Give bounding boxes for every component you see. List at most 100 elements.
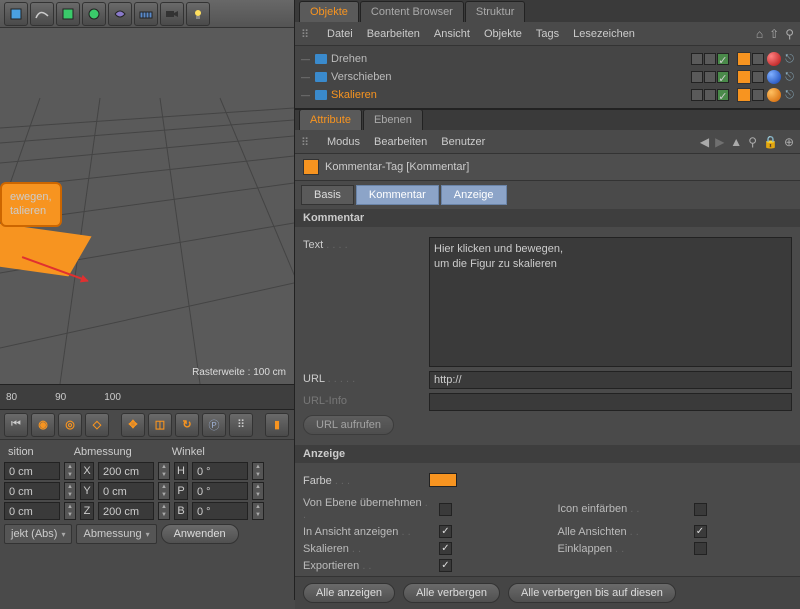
protection-icon[interactable]: ⎋: [785, 89, 794, 102]
protection-icon[interactable]: ⎋: [785, 53, 794, 66]
subtab-anzeige[interactable]: Anzeige: [441, 185, 507, 205]
key-button[interactable]: ◎: [58, 413, 82, 437]
home-icon[interactable]: ⌂: [756, 27, 763, 41]
vis-render-toggle[interactable]: ✓: [717, 71, 729, 83]
object-name[interactable]: Drehen: [331, 53, 411, 65]
checkbox[interactable]: [439, 525, 452, 538]
object-name[interactable]: Skalieren: [331, 89, 411, 101]
tool-light-icon[interactable]: [186, 2, 210, 26]
frame-button[interactable]: ▮: [265, 413, 289, 437]
timeline-ruler[interactable]: 80 90 100: [0, 384, 294, 410]
comment-tag-icon[interactable]: [737, 88, 751, 102]
lock-icon[interactable]: 🔒: [763, 135, 778, 149]
checkbox[interactable]: [439, 542, 452, 555]
menu-lesezeichen[interactable]: Lesezeichen: [573, 28, 635, 40]
spinner[interactable]: ▲▼: [64, 502, 76, 520]
search2-icon[interactable]: ⚲: [748, 135, 757, 149]
dim-field[interactable]: 200 cm: [98, 462, 154, 480]
disclosure-icon[interactable]: —: [301, 54, 311, 64]
layer-toggle[interactable]: [691, 71, 703, 83]
spinner[interactable]: ▲▼: [158, 502, 170, 520]
move-tool-button[interactable]: ✥: [121, 413, 145, 437]
tab-objekte[interactable]: Objekte: [299, 1, 359, 22]
layer-toggle[interactable]: [691, 53, 703, 65]
tool-spline-icon[interactable]: [30, 2, 54, 26]
angle-field[interactable]: 0 °: [192, 502, 248, 520]
spinner[interactable]: ▲▼: [158, 482, 170, 500]
grip-icon[interactable]: ⠿: [301, 28, 313, 40]
disclosure-icon[interactable]: —: [301, 90, 311, 100]
url-input[interactable]: [429, 371, 792, 389]
spinner[interactable]: ▲▼: [158, 462, 170, 480]
pos-field[interactable]: 0 cm: [4, 502, 60, 520]
comment-tag-icon[interactable]: [737, 52, 751, 66]
enable-toggle[interactable]: [752, 89, 764, 101]
vis-editor-toggle[interactable]: [704, 71, 716, 83]
protection-icon[interactable]: ⎋: [785, 71, 794, 84]
layer-toggle[interactable]: [691, 89, 703, 101]
menu-modus[interactable]: Modus: [327, 136, 360, 148]
checkbox[interactable]: [439, 559, 452, 572]
menu-objekte[interactable]: Objekte: [484, 28, 522, 40]
angle-field[interactable]: 0 °: [192, 482, 248, 500]
comment-tag-icon[interactable]: [737, 70, 751, 84]
apply-button[interactable]: Anwenden: [161, 524, 239, 544]
checkbox[interactable]: [694, 525, 707, 538]
coord-mode-dropdown[interactable]: jekt (Abs): [4, 524, 72, 544]
menu-datei[interactable]: Datei: [327, 28, 353, 40]
search-icon[interactable]: ⚲: [785, 27, 794, 41]
new-icon[interactable]: ⊕: [784, 135, 794, 149]
show-all-button[interactable]: Alle anzeigen: [303, 583, 395, 603]
spinner[interactable]: ▲▼: [252, 502, 264, 520]
vis-editor-toggle[interactable]: [704, 89, 716, 101]
param-button[interactable]: Ⓟ: [202, 413, 226, 437]
angle-field[interactable]: 0 °: [192, 462, 248, 480]
grip-icon[interactable]: ⠿: [301, 136, 313, 148]
up-nav-icon[interactable]: ▲: [730, 135, 742, 149]
record-button[interactable]: ◉: [31, 413, 55, 437]
goto-start-button[interactable]: ⏮: [4, 413, 28, 437]
tool-deformer-icon[interactable]: [108, 2, 132, 26]
pointlevel-button[interactable]: ⠿: [229, 413, 253, 437]
checkbox[interactable]: [694, 503, 707, 516]
object-row[interactable]: — Skalieren ✓ ⎋: [295, 86, 800, 104]
back-icon[interactable]: ◀: [700, 135, 709, 149]
dim-field[interactable]: 200 cm: [98, 502, 154, 520]
tool-primitive-icon[interactable]: [56, 2, 80, 26]
tab-content-browser[interactable]: Content Browser: [360, 1, 464, 22]
tool-camera-icon[interactable]: [160, 2, 184, 26]
viewport[interactable]: ewegen, talieren Rasterweite : 100 cm: [0, 28, 294, 384]
up-icon[interactable]: ⇧: [769, 27, 779, 41]
object-row[interactable]: — Verschieben ✓ ⎋: [295, 68, 800, 86]
dim-field[interactable]: 0 cm: [98, 482, 154, 500]
vis-render-toggle[interactable]: ✓: [717, 53, 729, 65]
menu-benutzer[interactable]: Benutzer: [441, 136, 485, 148]
rotate-tool-button[interactable]: ↻: [175, 413, 199, 437]
tool-floor-icon[interactable]: [134, 2, 158, 26]
material-sphere-icon[interactable]: [767, 52, 781, 66]
object-name[interactable]: Verschieben: [331, 71, 411, 83]
object-row[interactable]: — Drehen ✓ ⎋: [295, 50, 800, 68]
tab-attribute[interactable]: Attribute: [299, 109, 362, 130]
tab-struktur[interactable]: Struktur: [465, 1, 526, 22]
checkbox[interactable]: [439, 503, 452, 516]
menu-bearbeiten2[interactable]: Bearbeiten: [374, 136, 427, 148]
pos-field[interactable]: 0 cm: [4, 482, 60, 500]
color-swatch[interactable]: [429, 473, 457, 487]
open-url-button[interactable]: URL aufrufen: [303, 415, 394, 435]
coord-dim-dropdown[interactable]: Abmessung: [76, 524, 156, 544]
fwd-icon[interactable]: ▶: [715, 135, 724, 149]
scale-tool-button[interactable]: ◫: [148, 413, 172, 437]
vis-render-toggle[interactable]: ✓: [717, 89, 729, 101]
menu-bearbeiten[interactable]: Bearbeiten: [367, 28, 420, 40]
hide-all-button[interactable]: Alle verbergen: [403, 583, 500, 603]
spinner[interactable]: ▲▼: [252, 462, 264, 480]
material-sphere-icon[interactable]: [767, 70, 781, 84]
tool-generator-icon[interactable]: [82, 2, 106, 26]
spinner[interactable]: ▲▼: [64, 462, 76, 480]
subtab-kommentar[interactable]: Kommentar: [356, 185, 439, 205]
hide-others-button[interactable]: Alle verbergen bis auf diesen: [508, 583, 676, 603]
spinner[interactable]: ▲▼: [252, 482, 264, 500]
spinner[interactable]: ▲▼: [64, 482, 76, 500]
tool-cube-icon[interactable]: [4, 2, 28, 26]
